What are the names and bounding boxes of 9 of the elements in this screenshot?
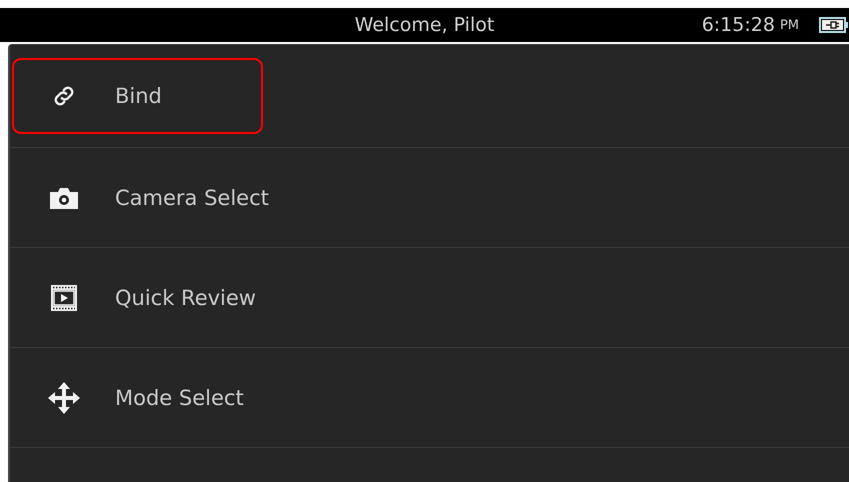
clock-meridiem: PM: [780, 18, 799, 32]
camera-icon: [47, 186, 81, 210]
menu-item[interactable]: Bind: [12, 58, 263, 134]
menu-item[interactable]: Mode Select: [12, 360, 263, 436]
status-title: Welcome, Pilot: [354, 14, 494, 36]
move-arrows-icon: [47, 380, 81, 414]
clock-time: 6:15:28: [702, 14, 775, 36]
menu-item[interactable]: Quick Review: [12, 260, 274, 336]
menu-item[interactable]: Camera Select: [12, 160, 287, 236]
